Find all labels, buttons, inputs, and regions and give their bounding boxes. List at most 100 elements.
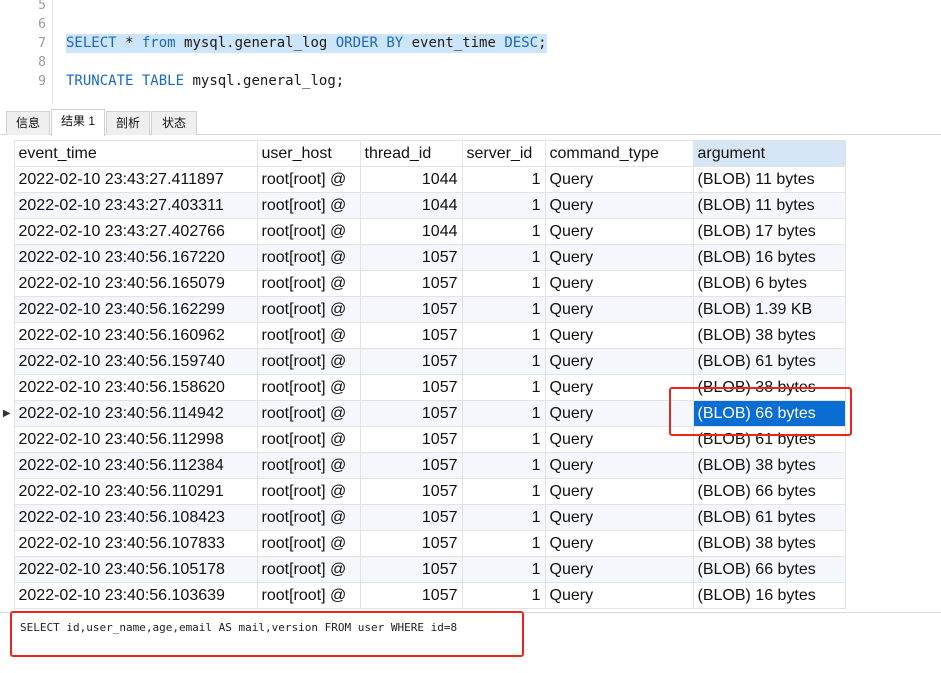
cell-thread-id[interactable]: 1057 (359, 504, 463, 531)
cell-thread-id[interactable]: 1057 (359, 452, 463, 479)
cell-user-host[interactable]: root[root] @ (256, 270, 361, 297)
cell-argument[interactable]: (BLOB) 66 bytes (692, 556, 846, 583)
row-indicator[interactable] (0, 452, 14, 479)
cell-user-host[interactable]: root[root] @ (256, 166, 361, 193)
cell-argument[interactable]: (BLOB) 38 bytes (692, 374, 846, 401)
cell-command-type[interactable]: Query (544, 530, 694, 557)
cell-user-host[interactable]: root[root] @ (256, 192, 361, 219)
cell-command-type[interactable]: Query (544, 504, 694, 531)
row-indicator[interactable] (0, 244, 14, 271)
value-viewer[interactable]: SELECT id,user_name,age,email AS mail,ve… (0, 612, 941, 673)
cell-thread-id[interactable]: 1057 (359, 478, 463, 505)
cell-command-type[interactable]: Query (544, 166, 694, 193)
row-indicator[interactable] (0, 504, 14, 531)
cell-event-time[interactable]: 2022-02-10 23:40:56.108423 (13, 504, 258, 531)
cell-server-id[interactable]: 1 (461, 426, 546, 453)
cell-server-id[interactable]: 1 (461, 452, 546, 479)
table-row[interactable]: 2022-02-10 23:40:56.108423 root[root] @10… (0, 504, 846, 531)
sql-editor[interactable]: 5 6 7 SELECT * from mysql.general_log OR… (0, 0, 941, 104)
tab-profile[interactable]: 剖析 (106, 111, 150, 135)
cell-thread-id[interactable]: 1057 (359, 530, 463, 557)
editor-line-truncate-query[interactable]: 9 TRUNCATE TABLE mysql.general_log; (0, 72, 941, 91)
cell-argument[interactable]: (BLOB) 16 bytes (692, 582, 846, 609)
cell-command-type[interactable]: Query (544, 478, 694, 505)
cell-argument[interactable]: (BLOB) 6 bytes (692, 270, 846, 297)
cell-argument[interactable]: (BLOB) 11 bytes (692, 166, 846, 193)
cell-argument[interactable]: (BLOB) 66 bytes (692, 478, 846, 505)
cell-argument[interactable]: (BLOB) 38 bytes (692, 530, 846, 557)
table-row[interactable]: 2022-02-10 23:40:56.158620 root[root] @10… (0, 374, 846, 401)
cell-command-type[interactable]: Query (544, 426, 694, 453)
cell-thread-id[interactable]: 1057 (359, 556, 463, 583)
cell-event-time[interactable]: 2022-02-10 23:43:27.411897 (13, 166, 258, 193)
cell-server-id[interactable]: 1 (461, 322, 546, 349)
cell-command-type[interactable]: Query (544, 374, 694, 401)
cell-command-type[interactable]: Query (544, 452, 694, 479)
truncate-query-text[interactable]: TRUNCATE TABLE mysql.general_log; (66, 72, 344, 91)
row-indicator[interactable] (0, 218, 14, 245)
table-row[interactable]: ▶ 2022-02-10 23:40:56.114942 root[root] @1… (0, 400, 846, 427)
cell-event-time[interactable]: 2022-02-10 23:40:56.110291 (13, 478, 258, 505)
cell-server-id[interactable]: 1 (461, 530, 546, 557)
cell-argument[interactable]: (BLOB) 66 bytes (692, 400, 846, 427)
cell-thread-id[interactable]: 1057 (359, 296, 463, 323)
row-indicator[interactable] (0, 348, 14, 375)
table-row[interactable]: 2022-02-10 23:40:56.110291 root[root] @10… (0, 478, 846, 505)
cell-thread-id[interactable]: 1044 (359, 218, 463, 245)
cell-server-id[interactable]: 1 (461, 374, 546, 401)
cell-user-host[interactable]: root[root] @ (256, 556, 361, 583)
cell-command-type[interactable]: Query (544, 556, 694, 583)
cell-event-time[interactable]: 2022-02-10 23:40:56.107833 (13, 530, 258, 557)
cell-event-time[interactable]: 2022-02-10 23:43:27.403311 (13, 192, 258, 219)
cell-argument[interactable]: (BLOB) 17 bytes (692, 218, 846, 245)
cell-command-type[interactable]: Query (544, 192, 694, 219)
row-indicator[interactable] (0, 556, 14, 583)
cell-argument[interactable]: (BLOB) 61 bytes (692, 348, 846, 375)
cell-command-type[interactable]: Query (544, 244, 694, 271)
cell-user-host[interactable]: root[root] @ (256, 296, 361, 323)
cell-thread-id[interactable]: 1044 (359, 166, 463, 193)
cell-argument[interactable]: (BLOB) 38 bytes (692, 452, 846, 479)
tab-status[interactable]: 状态 (151, 111, 197, 135)
column-header-thread-id[interactable]: thread_id (359, 140, 463, 167)
row-indicator[interactable] (0, 374, 14, 401)
tab-result-1[interactable]: 结果 1 (51, 109, 105, 136)
cell-thread-id[interactable]: 1057 (359, 400, 463, 427)
table-row[interactable]: 2022-02-10 23:43:27.402766 root[root] @10… (0, 218, 846, 245)
cell-event-time[interactable]: 2022-02-10 23:40:56.103639 (13, 582, 258, 609)
row-indicator[interactable] (0, 192, 14, 219)
cell-argument[interactable]: (BLOB) 11 bytes (692, 192, 846, 219)
column-header-server-id[interactable]: server_id (461, 140, 546, 167)
cell-server-id[interactable]: 1 (461, 244, 546, 271)
cell-command-type[interactable]: Query (544, 296, 694, 323)
cell-thread-id[interactable]: 1057 (359, 270, 463, 297)
column-header-event-time[interactable]: event_time (13, 140, 258, 167)
cell-user-host[interactable]: root[root] @ (256, 582, 361, 609)
cell-event-time[interactable]: 2022-02-10 23:40:56.112384 (13, 452, 258, 479)
cell-server-id[interactable]: 1 (461, 556, 546, 583)
cell-event-time[interactable]: 2022-02-10 23:43:27.402766 (13, 218, 258, 245)
cell-server-id[interactable]: 1 (461, 582, 546, 609)
cell-argument[interactable]: (BLOB) 1.39 KB (692, 296, 846, 323)
cell-command-type[interactable]: Query (544, 348, 694, 375)
cell-event-time[interactable]: 2022-02-10 23:40:56.165079 (13, 270, 258, 297)
cell-event-time[interactable]: 2022-02-10 23:40:56.105178 (13, 556, 258, 583)
cell-user-host[interactable]: root[root] @ (256, 322, 361, 349)
cell-event-time[interactable]: 2022-02-10 23:40:56.167220 (13, 244, 258, 271)
cell-user-host[interactable]: root[root] @ (256, 374, 361, 401)
cell-command-type[interactable]: Query (544, 582, 694, 609)
editor-line[interactable]: 5 (0, 0, 941, 15)
cell-event-time[interactable]: 2022-02-10 23:40:56.160962 (13, 322, 258, 349)
cell-user-host[interactable]: root[root] @ (256, 504, 361, 531)
row-indicator[interactable] (0, 530, 14, 557)
cell-server-id[interactable]: 1 (461, 192, 546, 219)
cell-event-time[interactable]: 2022-02-10 23:40:56.158620 (13, 374, 258, 401)
row-indicator[interactable] (0, 166, 14, 193)
row-indicator[interactable]: ▶ (0, 400, 14, 427)
cell-server-id[interactable]: 1 (461, 504, 546, 531)
cell-argument[interactable]: (BLOB) 61 bytes (692, 504, 846, 531)
table-row[interactable]: 2022-02-10 23:40:56.159740 root[root] @10… (0, 348, 846, 375)
row-indicator[interactable] (0, 270, 14, 297)
cell-server-id[interactable]: 1 (461, 348, 546, 375)
editor-line[interactable]: 6 (0, 15, 941, 34)
